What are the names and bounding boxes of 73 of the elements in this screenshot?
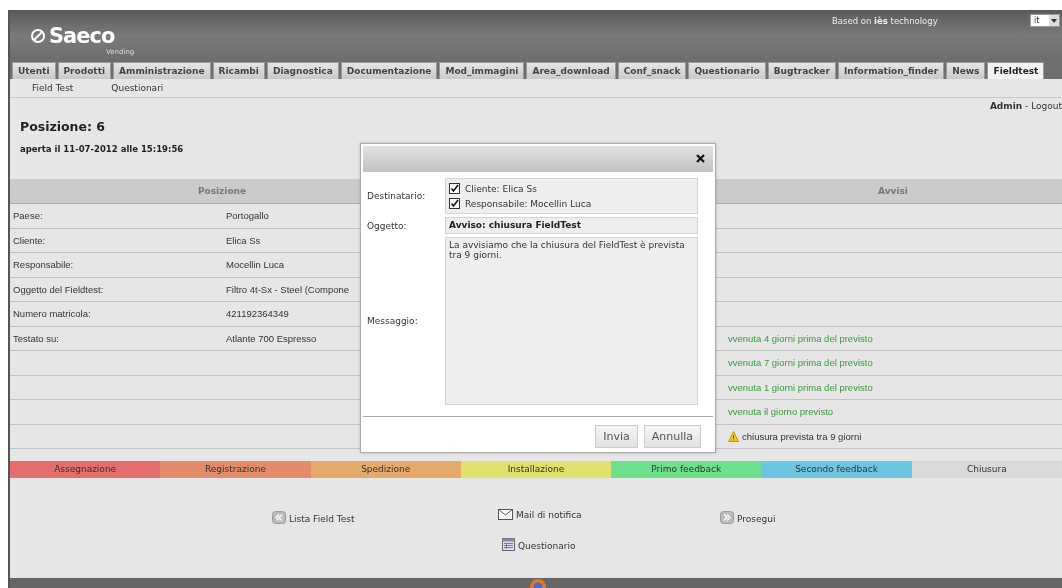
back-icon xyxy=(272,511,286,524)
nav-tab[interactable]: Mod_immagini xyxy=(439,62,525,79)
dropdown-icon xyxy=(1049,15,1059,26)
stage-step: Installazione xyxy=(460,461,612,478)
field-label: Oggetto: xyxy=(367,220,407,231)
opened-date: aperta il 11-07-2012 alle 15:19:56 xyxy=(20,144,184,154)
field-value: 421192364349 xyxy=(226,307,289,321)
action-link[interactable]: Lista Field Test xyxy=(272,511,355,524)
action-link[interactable]: Mail di notifica xyxy=(498,509,582,520)
nav-tab[interactable]: Conf_snack xyxy=(617,62,687,79)
language-select[interactable]: it xyxy=(1030,14,1060,27)
stage-step: Spedizione xyxy=(310,461,461,478)
field-label: Responsabile: xyxy=(13,258,74,272)
forward-icon xyxy=(720,511,734,524)
field-label: Messaggio: xyxy=(367,316,418,326)
message-field[interactable]: La avvisiamo che la chiusura del FieldTest è prevista tra 9 giorni. xyxy=(445,237,698,405)
separator: - xyxy=(1025,101,1029,111)
field-value: Mocellin Luca xyxy=(226,258,285,272)
column-header: Posizione xyxy=(197,185,247,198)
alert-text: vvenuta 4 giorni prima del previsto xyxy=(728,331,873,346)
nav-tab[interactable]: Diagnostica xyxy=(266,62,339,79)
action-link[interactable]: Questionario xyxy=(502,538,576,551)
field-label: Numero matricola: xyxy=(13,307,91,321)
logout-link[interactable]: Logout xyxy=(1031,101,1062,111)
envelope-icon xyxy=(498,509,513,520)
nav-tab[interactable]: Information_finder xyxy=(837,62,945,79)
logo-icon xyxy=(30,28,46,44)
nav-tab[interactable]: Bugtracker xyxy=(767,62,836,79)
stage-step: Primo feedback xyxy=(611,461,762,478)
checkbox[interactable] xyxy=(449,198,460,209)
nav-tab[interactable]: Ricambi xyxy=(212,62,265,79)
dialog-button[interactable]: Annulla xyxy=(643,425,701,448)
close-icon[interactable] xyxy=(696,154,705,163)
tagline: Based on iès technology xyxy=(832,16,938,26)
table-icon xyxy=(502,538,515,551)
stage-step: Chiusura xyxy=(911,461,1062,478)
logo-text: Saeco xyxy=(49,24,115,48)
nav-tab[interactable]: Documentazione xyxy=(340,62,438,79)
dialog-button[interactable]: Invia xyxy=(595,425,638,448)
nav-tab[interactable]: Questionario xyxy=(688,62,766,79)
user-name: Admin xyxy=(989,101,1023,111)
alert-text: chiusura prevista tra 9 giorni xyxy=(742,429,862,444)
nav-tab[interactable]: Amministrazione xyxy=(113,62,211,79)
field-value: Filtro 4t-Sx - Steel (Compone xyxy=(226,282,349,297)
nav-tab[interactable]: Utenti xyxy=(12,62,56,79)
page-title: Posizione: 6 xyxy=(20,119,106,134)
field-label: Destinatario: xyxy=(367,191,426,201)
alert-text: vvenuta il giorno previsto xyxy=(728,405,834,419)
checkbox[interactable] xyxy=(449,183,460,194)
subnav-link[interactable]: Questionari xyxy=(111,83,164,93)
stage-step: Registrazione xyxy=(160,461,311,478)
checkbox-label: Cliente: Elica Ss xyxy=(465,183,537,194)
column-header: Avvisi xyxy=(878,185,908,198)
nav-tab[interactable]: Area_download xyxy=(526,62,616,79)
nav-tab[interactable]: Prodotti xyxy=(57,62,112,79)
subnav-link[interactable]: Field Test xyxy=(32,83,74,93)
warning-icon xyxy=(728,430,739,442)
subject-field[interactable]: Avviso: chiusura FieldTest xyxy=(445,217,698,234)
field-value: Portogallo xyxy=(226,209,269,223)
action-link[interactable]: Prosegui xyxy=(720,511,776,524)
alert-text: vvenuta 1 giorni prima del previsto xyxy=(728,380,873,395)
stage-step: Secondo feedback xyxy=(761,461,912,478)
field-label: Oggetto del Fieldtest: xyxy=(13,282,104,297)
field-label: Paese: xyxy=(13,209,43,223)
nav-tab[interactable]: News xyxy=(946,62,986,79)
field-label: Testato su: xyxy=(13,331,59,346)
stage-step: Assegnazione xyxy=(10,461,161,478)
field-value: Elica Ss xyxy=(226,233,261,248)
nav-tab[interactable]: Fieldtest xyxy=(987,62,1045,79)
checkbox-label: Responsabile: Mocellin Luca xyxy=(465,198,592,209)
field-value: Atlante 700 Espresso xyxy=(226,331,317,346)
alert-text: vvenuta 7 giorni prima del previsto xyxy=(728,356,873,370)
field-label: Cliente: xyxy=(13,233,46,248)
